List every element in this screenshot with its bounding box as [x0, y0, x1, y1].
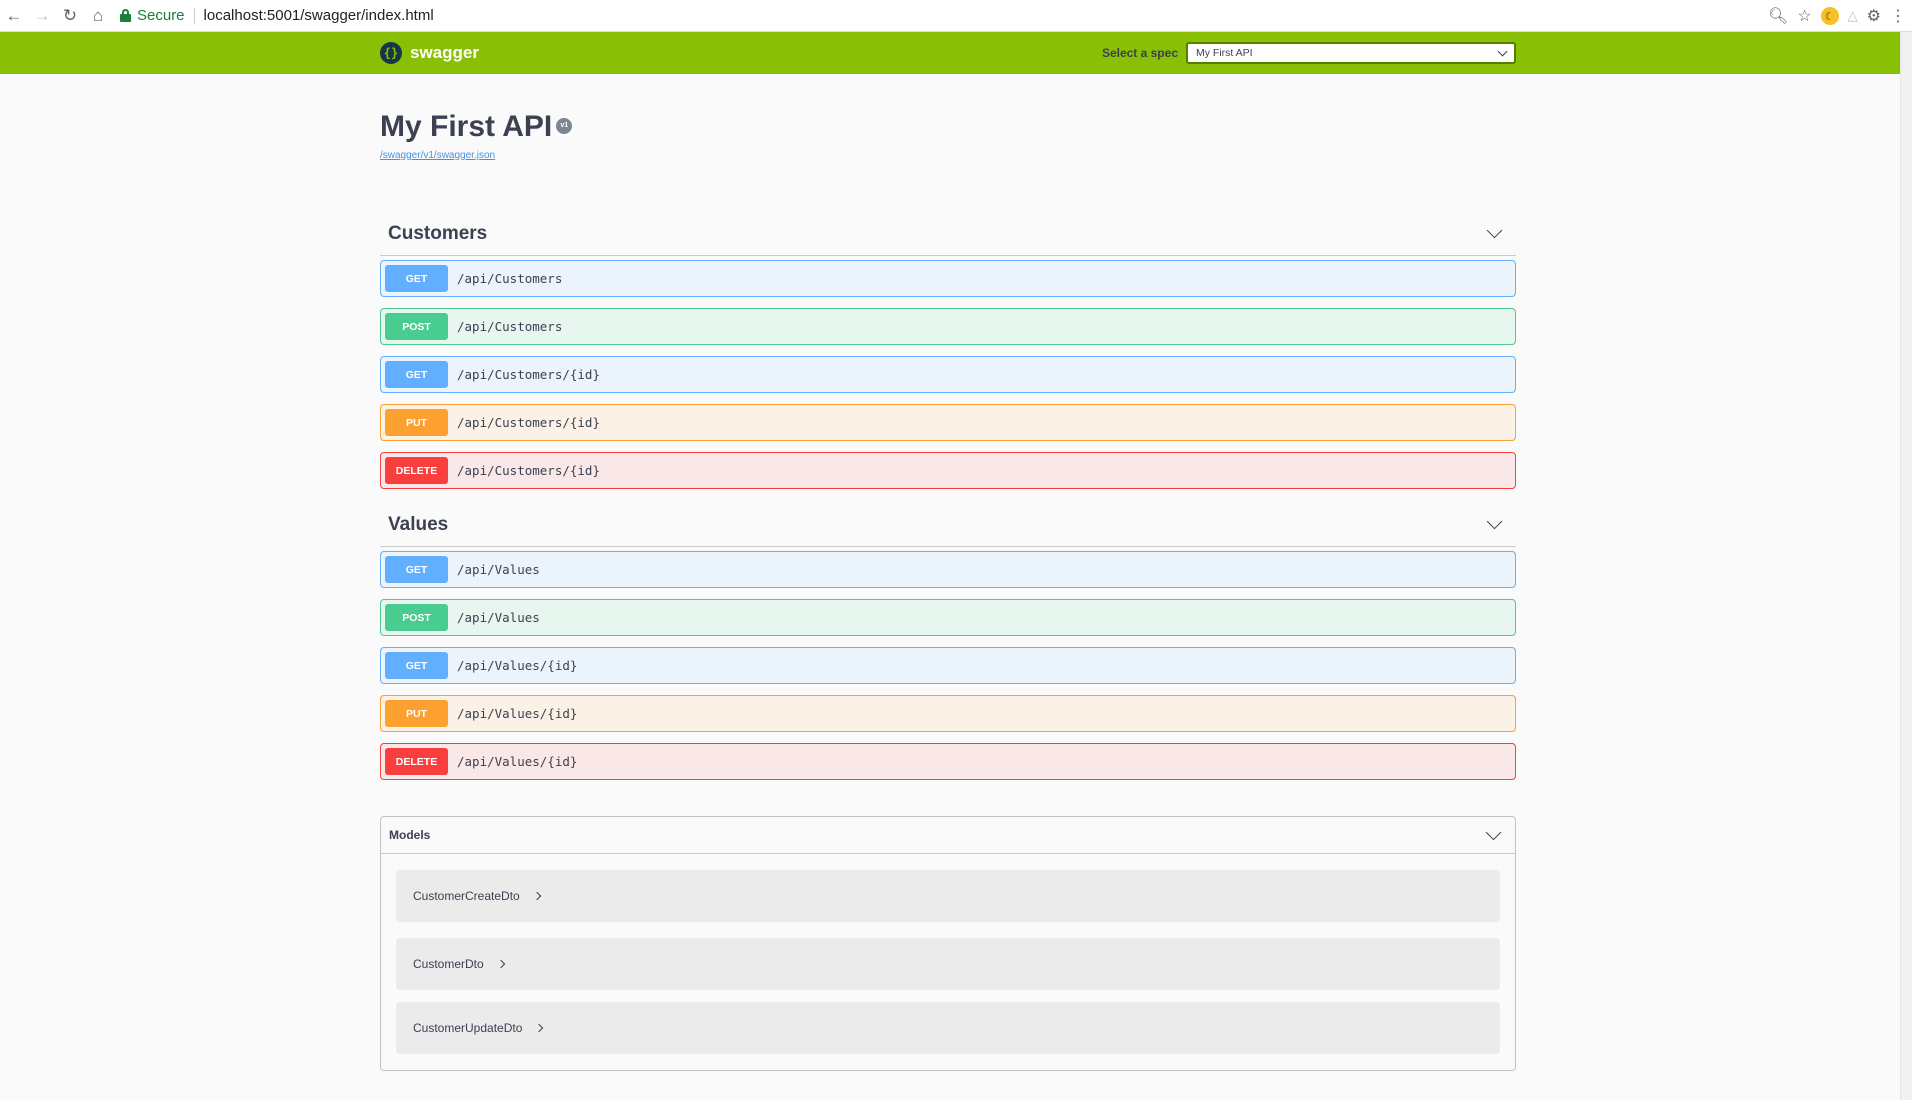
swagger-topbar: {} swagger Select a spec My First API	[0, 32, 1900, 74]
chevron-right-icon	[535, 1023, 544, 1033]
operation-put-value[interactable]: PUT /api/Values/{id}	[380, 695, 1516, 732]
models-title: Models	[389, 828, 431, 842]
zoom-icon[interactable]: 🔍︎	[1768, 6, 1788, 26]
tag-section-customers: Customers GET /api/Customers POST /api/C…	[380, 212, 1516, 489]
operation-put-customer[interactable]: PUT /api/Customers/{id}	[380, 404, 1516, 441]
api-info: My First API v1 /swagger/v1/swagger.json	[380, 110, 1516, 161]
tag-name: Customers	[388, 222, 488, 244]
operation-delete-customer[interactable]: DELETE /api/Customers/{id}	[380, 452, 1516, 489]
operation-path: /api/Customers/{id}	[457, 367, 600, 382]
operation-get-customer-by-id[interactable]: GET /api/Customers/{id}	[380, 356, 1516, 393]
operation-path: /api/Customers	[457, 319, 563, 334]
operation-path: /api/Customers/{id}	[457, 415, 600, 430]
operation-path: /api/Values	[457, 562, 540, 577]
method-badge: GET	[385, 265, 448, 292]
operation-path: /api/Values	[457, 610, 540, 625]
extension-triangle-icon[interactable]: △	[1848, 8, 1858, 24]
back-arrow-icon[interactable]: ←	[0, 2, 28, 30]
operation-path: /api/Customers/{id}	[457, 463, 600, 478]
model-item-customer-dto[interactable]: CustomerDto	[396, 938, 1500, 990]
method-badge: GET	[385, 556, 448, 583]
operation-path: /api/Values/{id}	[457, 754, 578, 769]
chevron-right-icon	[496, 959, 505, 969]
chevron-right-icon	[532, 891, 541, 901]
operation-path: /api/Values/{id}	[457, 658, 578, 673]
menu-kebab-icon[interactable]: ⋮	[1890, 6, 1906, 26]
operation-delete-value[interactable]: DELETE /api/Values/{id}	[380, 743, 1516, 780]
address-bar[interactable]: Secure localhost:5001/swagger/index.html	[120, 3, 1810, 28]
method-badge: PUT	[385, 700, 448, 727]
api-title-text: My First API	[380, 110, 553, 143]
method-badge: POST	[385, 313, 448, 340]
method-badge: POST	[385, 604, 448, 631]
spec-selector: Select a spec My First API	[1102, 42, 1516, 64]
chevron-down-icon[interactable]	[1485, 824, 1502, 840]
model-item-customer-create-dto[interactable]: CustomerCreateDto	[396, 870, 1500, 922]
models-header[interactable]: Models	[381, 817, 1515, 854]
method-badge: GET	[385, 361, 448, 388]
chevron-down-icon	[1497, 46, 1508, 57]
model-name: CustomerCreateDto	[413, 889, 520, 903]
secure-label: Secure	[137, 7, 185, 24]
operation-get-value-by-id[interactable]: GET /api/Values/{id}	[380, 647, 1516, 684]
tag-header-values[interactable]: Values	[380, 503, 1516, 547]
tag-section-values: Values GET /api/Values POST /api/Values …	[380, 503, 1516, 780]
spec-dropdown[interactable]: My First API	[1186, 42, 1516, 64]
method-badge: DELETE	[385, 457, 448, 484]
operation-post-values[interactable]: POST /api/Values	[380, 599, 1516, 636]
swagger-brace-icon: {}	[380, 42, 402, 64]
bookmark-star-icon[interactable]: ☆	[1797, 6, 1811, 26]
chevron-down-icon[interactable]	[1486, 513, 1503, 530]
address-divider	[193, 7, 195, 24]
forward-arrow-icon[interactable]: →	[28, 2, 56, 30]
chevron-down-icon[interactable]	[1486, 222, 1503, 239]
operation-get-customers[interactable]: GET /api/Customers	[380, 260, 1516, 297]
model-item-customer-update-dto[interactable]: CustomerUpdateDto	[396, 1002, 1500, 1054]
brand-name: swagger	[410, 43, 479, 62]
method-badge: DELETE	[385, 748, 448, 775]
spec-label: Select a spec	[1101, 46, 1178, 60]
method-badge: GET	[385, 652, 448, 679]
model-name: CustomerDto	[413, 957, 484, 971]
extension-puzzle-icon[interactable]: ⚙	[1867, 6, 1881, 26]
extension-moon-icon[interactable]: ☾	[1820, 7, 1839, 25]
tag-header-customers[interactable]: Customers	[380, 212, 1516, 256]
browser-toolbar: ← → ↻ ⌂ Secure localhost:5001/swagger/in…	[0, 0, 1912, 32]
model-name: CustomerUpdateDto	[413, 1021, 523, 1035]
tag-name: Values	[388, 513, 449, 535]
models-section: Models CustomerCreateDto CustomerDto Cus…	[380, 816, 1516, 1071]
operation-path: /api/Values/{id}	[457, 706, 578, 721]
lock-icon	[120, 9, 131, 22]
page-title: My First API v1	[380, 110, 573, 144]
spec-dropdown-value: My First API	[1196, 47, 1253, 59]
method-badge: PUT	[385, 409, 448, 436]
swagger-logo[interactable]: {} swagger	[380, 42, 479, 64]
operation-path: /api/Customers	[457, 271, 563, 286]
operation-get-values[interactable]: GET /api/Values	[380, 551, 1516, 588]
page-scrollbar[interactable]	[1900, 32, 1912, 1100]
reload-icon[interactable]: ↻	[56, 2, 84, 30]
operation-post-customers[interactable]: POST /api/Customers	[380, 308, 1516, 345]
home-icon[interactable]: ⌂	[84, 2, 112, 30]
swagger-json-link[interactable]: /swagger/v1/swagger.json	[380, 150, 1516, 161]
url-text[interactable]: localhost:5001/swagger/index.html	[204, 7, 434, 24]
version-badge: v1	[556, 118, 573, 134]
